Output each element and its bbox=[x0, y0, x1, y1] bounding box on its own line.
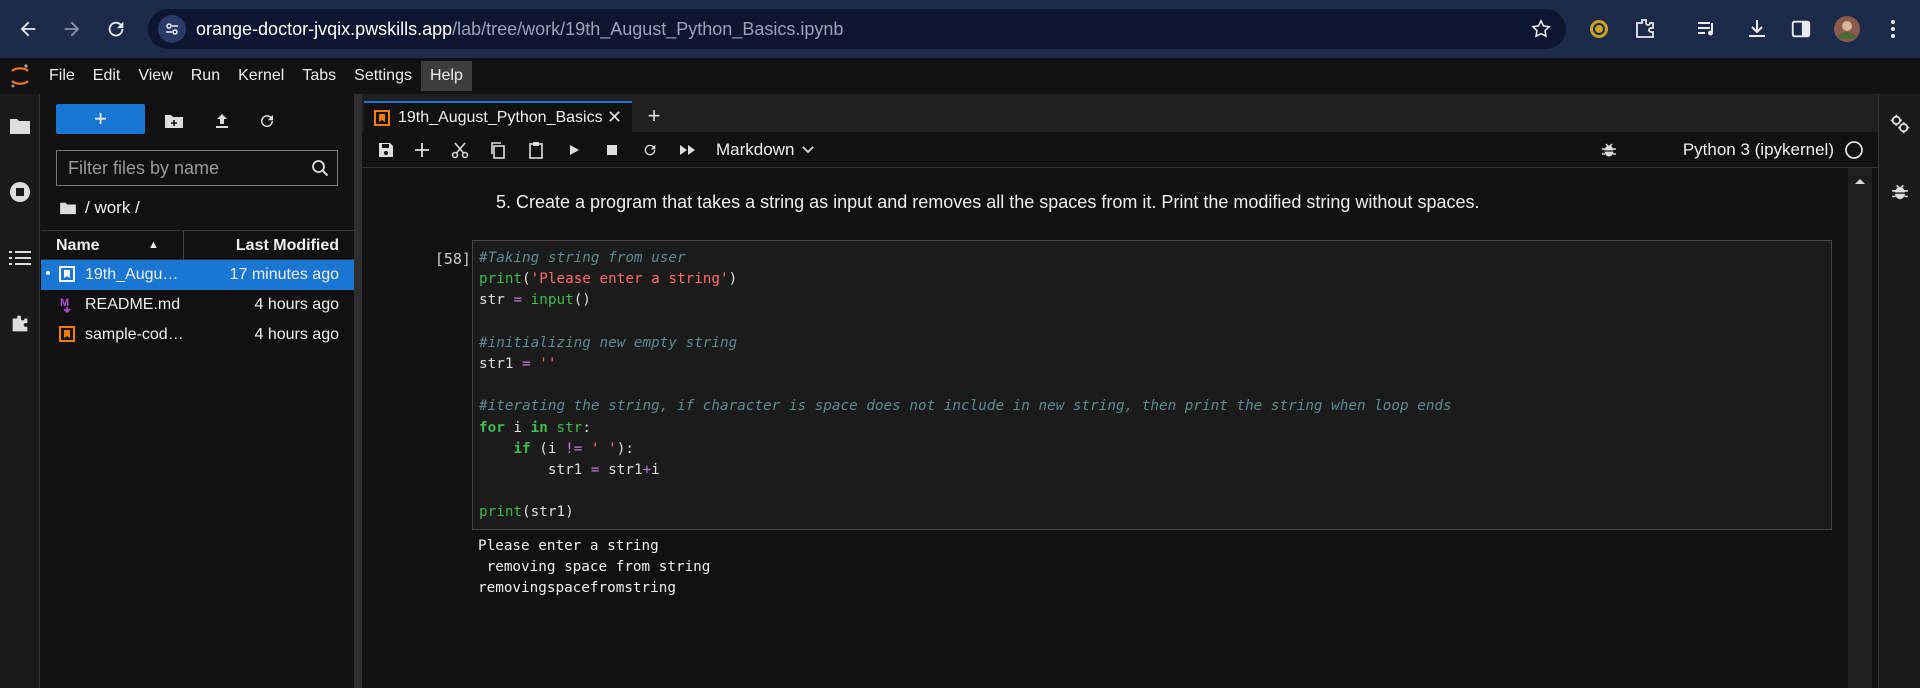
refresh-icon[interactable] bbox=[254, 108, 280, 134]
kernel-status[interactable]: Python 3 (ipykernel) bbox=[1683, 140, 1864, 160]
file-name: sample-code.ipynb bbox=[85, 326, 185, 343]
kernel-name[interactable]: Python 3 (ipykernel) bbox=[1683, 140, 1834, 160]
execution-count: [58]: bbox=[434, 250, 480, 268]
new-tab-button[interactable]: + bbox=[640, 102, 668, 130]
file-row[interactable]: 19th_August_Python_Basics.ipynb 17 minut… bbox=[41, 260, 354, 290]
filter-files-input[interactable] bbox=[57, 157, 297, 179]
breadcrumb-path[interactable]: / work / bbox=[85, 198, 140, 218]
menu-view[interactable]: View bbox=[129, 61, 181, 91]
extension-manager-icon[interactable] bbox=[4, 308, 36, 340]
copy-icon[interactable] bbox=[484, 137, 512, 163]
running-sessions-icon[interactable] bbox=[4, 176, 36, 208]
insert-cell-icon[interactable] bbox=[408, 137, 436, 163]
paste-icon[interactable] bbox=[522, 137, 550, 163]
file-modified: 17 minutes ago bbox=[229, 266, 339, 283]
menu-kernel[interactable]: Kernel bbox=[229, 61, 293, 91]
download-icon[interactable] bbox=[1740, 12, 1774, 46]
breadcrumb-folder-icon[interactable] bbox=[59, 201, 77, 215]
restart-run-all-icon[interactable] bbox=[674, 137, 702, 163]
restart-kernel-icon[interactable] bbox=[636, 137, 664, 163]
column-name-header[interactable]: Name bbox=[56, 237, 100, 255]
scroll-up-icon[interactable] bbox=[1848, 174, 1872, 188]
markdown-cell[interactable]: 5. Create a program that takes a string … bbox=[496, 192, 1479, 213]
save-icon[interactable] bbox=[372, 137, 400, 163]
extensions-puzzle-icon[interactable] bbox=[1628, 12, 1662, 46]
notebook-scrollbar[interactable] bbox=[1848, 168, 1872, 688]
column-divider[interactable] bbox=[183, 231, 184, 261]
cell-type-value: Markdown bbox=[716, 140, 795, 159]
browser-toolbar: orange-doctor-jvqix.pwskills.app/lab/tre… bbox=[0, 0, 1920, 58]
chevron-down-icon bbox=[802, 146, 815, 154]
file-browser-panel: + / work / Name ▲ Last Modified 19th_Aug… bbox=[41, 94, 354, 688]
menu-file[interactable]: File bbox=[40, 61, 84, 91]
notebook-tab-icon bbox=[374, 109, 390, 126]
column-modified-header[interactable]: Last Modified bbox=[236, 237, 339, 255]
breadcrumb[interactable]: / work / bbox=[59, 198, 140, 218]
reload-icon[interactable] bbox=[96, 9, 136, 49]
profile-avatar[interactable] bbox=[1830, 12, 1864, 46]
debugger-icon[interactable] bbox=[1600, 141, 1618, 159]
file-modified: 4 hours ago bbox=[254, 296, 339, 313]
back-icon[interactable] bbox=[8, 9, 48, 49]
file-name: 19th_August_Python_Basics.ipynb bbox=[85, 266, 185, 283]
file-name: README.md bbox=[85, 296, 181, 313]
output-line: removing space from string bbox=[478, 559, 711, 576]
bookmark-star-icon[interactable] bbox=[1530, 18, 1552, 40]
filter-files-field[interactable] bbox=[56, 150, 338, 186]
notebook-file-icon bbox=[59, 266, 75, 282]
extension-icon[interactable] bbox=[1582, 12, 1616, 46]
right-sidebar bbox=[1878, 94, 1920, 688]
menu-run[interactable]: Run bbox=[182, 61, 229, 91]
jupyter-logo-icon bbox=[0, 63, 40, 89]
panel-splitter[interactable] bbox=[354, 94, 362, 688]
debugger-panel-icon[interactable] bbox=[1884, 176, 1916, 208]
notebook-toolbar: Markdown Python 3 (ipykernel) bbox=[362, 132, 1878, 168]
markdown-file-icon: M bbox=[59, 296, 75, 314]
site-settings-icon[interactable] bbox=[158, 15, 186, 43]
table-of-contents-icon[interactable] bbox=[4, 242, 36, 274]
menu-edit[interactable]: Edit bbox=[84, 61, 130, 91]
folder-icon[interactable] bbox=[4, 110, 36, 142]
file-modified: 4 hours ago bbox=[254, 326, 339, 343]
browser-menu-icon[interactable] bbox=[1876, 12, 1910, 46]
close-icon[interactable]: ✕ bbox=[607, 107, 622, 128]
new-folder-icon[interactable] bbox=[161, 108, 187, 134]
running-indicator-icon bbox=[46, 271, 50, 275]
kernel-idle-icon bbox=[1845, 141, 1863, 159]
media-control-icon[interactable] bbox=[1690, 12, 1724, 46]
property-inspector-icon[interactable] bbox=[1884, 108, 1916, 140]
menu-tabs[interactable]: Tabs bbox=[293, 61, 345, 91]
search-icon bbox=[311, 159, 329, 177]
cell-type-select[interactable]: Markdown bbox=[716, 140, 815, 160]
menubar: File Edit View Run Kernel Tabs Settings … bbox=[0, 58, 1920, 94]
file-row[interactable]: sample-code.ipynb 4 hours ago bbox=[41, 320, 354, 350]
stop-icon[interactable] bbox=[598, 137, 626, 163]
url-path: /lab/tree/work/19th_August_Python_Basics… bbox=[452, 18, 844, 39]
document-tab-bar: 19th_August_Python_Basics.ipynb ✕ + bbox=[362, 94, 1878, 132]
tab-title: 19th_August_Python_Basics.ipynb bbox=[398, 108, 603, 126]
cut-icon[interactable] bbox=[446, 137, 474, 163]
new-launcher-button[interactable]: + bbox=[56, 104, 145, 134]
code-cell-editor[interactable]: #Taking string from user print('Please e… bbox=[472, 240, 1832, 530]
left-sidebar bbox=[0, 94, 40, 688]
menu-settings[interactable]: Settings bbox=[345, 61, 421, 91]
run-icon[interactable] bbox=[560, 137, 588, 163]
file-list-header: Name ▲ Last Modified bbox=[41, 230, 354, 261]
upload-icon[interactable] bbox=[209, 108, 235, 134]
menu-help[interactable]: Help bbox=[420, 61, 472, 91]
side-panel-icon[interactable] bbox=[1784, 12, 1818, 46]
output-line: Please enter a string bbox=[478, 538, 659, 554]
address-bar[interactable]: orange-doctor-jvqix.pwskills.app/lab/tre… bbox=[148, 9, 1566, 49]
sort-ascending-icon: ▲ bbox=[148, 239, 159, 251]
tab-notebook[interactable]: 19th_August_Python_Basics.ipynb ✕ bbox=[364, 101, 632, 132]
cell-output: Please enter a string removing space fro… bbox=[478, 536, 710, 600]
url-host: orange-doctor-jvqix.pwskills.app bbox=[196, 18, 453, 39]
notebook-panel: 5. Create a program that takes a string … bbox=[362, 168, 1848, 688]
url-text: orange-doctor-jvqix.pwskills.app/lab/tre… bbox=[196, 19, 843, 40]
file-row[interactable]: M README.md 4 hours ago bbox=[41, 290, 354, 320]
forward-icon[interactable] bbox=[52, 9, 92, 49]
notebook-file-icon bbox=[59, 326, 75, 342]
output-line: removingspacefromstring bbox=[478, 580, 676, 597]
